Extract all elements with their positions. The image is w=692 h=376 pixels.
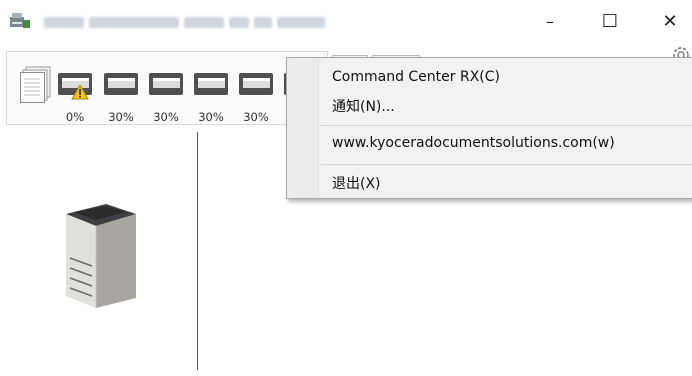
tray-level: 30%: [153, 110, 179, 124]
menu-item-website[interactable]: www.kyoceradocumentsolutions.com(w): [332, 135, 615, 151]
paper-tray-1[interactable]: 0%: [55, 65, 95, 124]
close-icon: ✕: [662, 10, 678, 32]
printer-device-image: [66, 204, 136, 308]
tray-level: 0%: [65, 110, 85, 124]
menu-item-notification[interactable]: 通知(N)...: [332, 96, 395, 116]
maximize-button[interactable]: ☐: [590, 8, 630, 34]
tray-level: 30%: [108, 110, 134, 124]
tray-context-menu: Command Center RX(C) 通知(N)... www.kyocer…: [286, 57, 692, 199]
printer-app-icon: [10, 13, 30, 28]
menu-icon-gutter: [287, 58, 319, 198]
menu-item-exit[interactable]: 退出(X): [332, 173, 381, 193]
close-button[interactable]: ✕: [650, 8, 690, 34]
paper-tray-icon: [104, 73, 138, 95]
tray-level: 30%: [243, 110, 269, 124]
paper-tray-icon: [149, 73, 183, 95]
warning-icon: [71, 84, 89, 100]
document-stack-icon[interactable]: [20, 65, 54, 103]
menu-separator: [321, 164, 692, 165]
paper-tray-2[interactable]: 30%: [101, 65, 141, 124]
paper-tray-icon: [239, 73, 273, 95]
tray-level: 30%: [198, 110, 224, 124]
menu-item-command-center[interactable]: Command Center RX(C): [332, 69, 500, 85]
menu-separator: [321, 125, 692, 126]
paper-tray-3[interactable]: 30%: [146, 65, 186, 124]
tray-status-panel: 0% 30% 30% 30% 30%: [6, 51, 328, 125]
minimize-button[interactable]: –: [530, 8, 570, 34]
paper-tray-4[interactable]: 30%: [191, 65, 231, 124]
paper-tray-icon: [194, 73, 228, 95]
paper-tray-5[interactable]: 30%: [236, 65, 276, 124]
minimize-icon: –: [546, 11, 554, 31]
window-title-redacted: [44, 12, 349, 28]
maximize-icon: ☐: [601, 10, 619, 32]
title-bar: – ☐ ✕: [0, 0, 692, 40]
pane-divider[interactable]: [197, 132, 198, 370]
